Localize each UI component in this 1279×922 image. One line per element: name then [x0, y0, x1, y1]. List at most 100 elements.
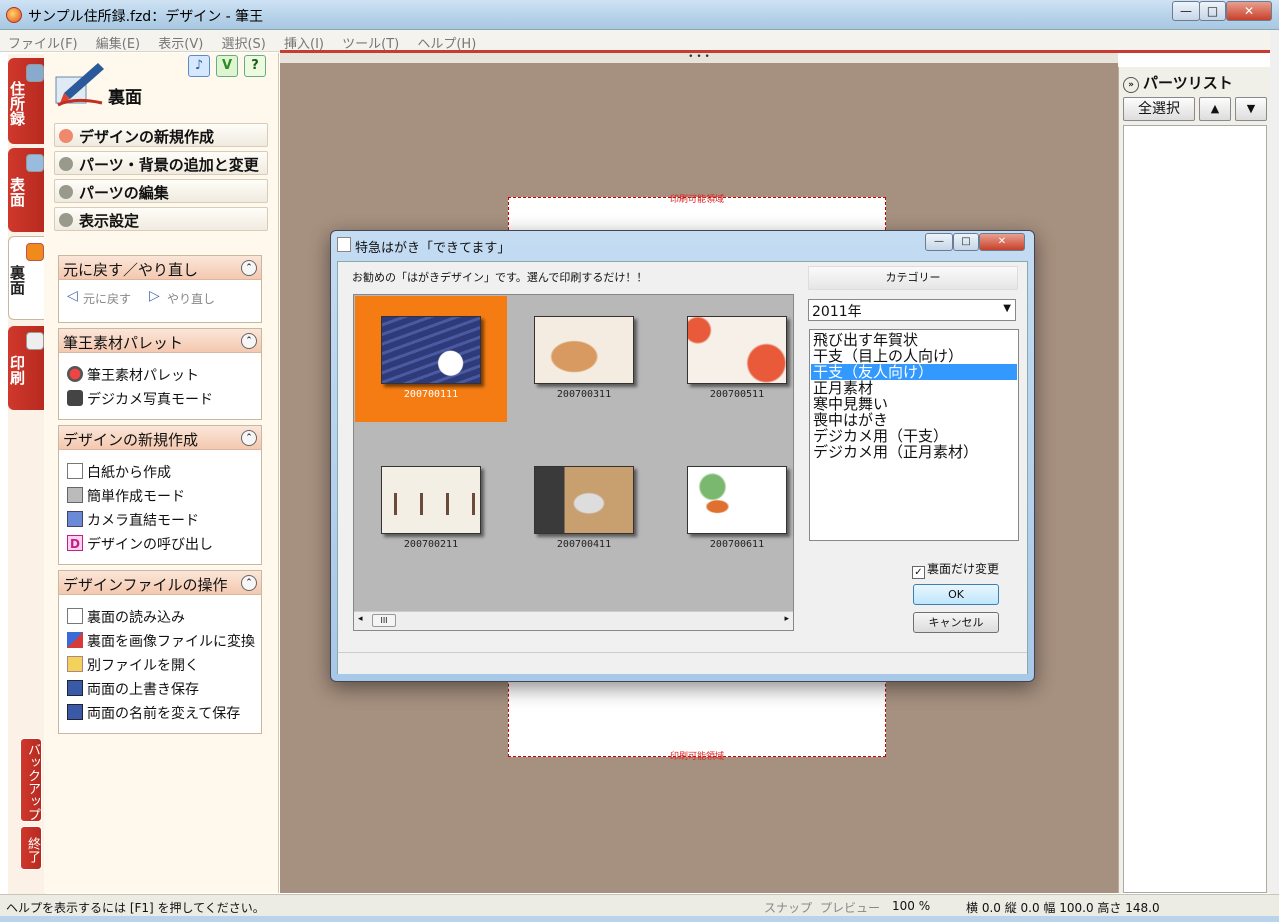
undo-button[interactable]: 元に戻す — [83, 292, 131, 306]
save-as-icon — [67, 704, 83, 720]
tab-print[interactable]: 印刷 — [8, 326, 44, 410]
palette-item-label: 筆王素材パレット — [87, 368, 199, 384]
move-up-button[interactable]: ▲ — [1199, 97, 1231, 121]
save-as-item[interactable]: 両面の名前を変えて保存 — [59, 699, 261, 723]
design-thumbnail[interactable]: 200700311 — [508, 296, 660, 422]
export-image-label: 裏面を画像ファイルに変換 — [87, 634, 255, 650]
thumbnail-scrollbar[interactable]: ◂ III ▸ — [354, 611, 793, 630]
file-ops-group-header[interactable]: デザインファイルの操作 ⌃ — [59, 571, 261, 595]
palette-item[interactable]: 筆王素材パレット — [59, 361, 261, 385]
menu-insert[interactable]: 挿入(I) — [276, 30, 330, 52]
ok-button[interactable]: OK — [913, 584, 999, 605]
load-back-label: 裏面の読み込み — [87, 610, 185, 626]
category-item[interactable]: 正月素材 — [811, 380, 1017, 396]
menu-tools[interactable]: ツール(T) — [334, 30, 405, 52]
dialog-close-button[interactable]: ✕ — [979, 233, 1025, 251]
blank-create-item[interactable]: 白紙から作成 — [59, 458, 261, 482]
panel-title: 裏面 — [108, 88, 142, 108]
move-down-button[interactable]: ▼ — [1235, 97, 1267, 121]
menu-edit[interactable]: 編集(E) — [88, 30, 146, 52]
category-item-selected[interactable]: 干支（友人向け） — [811, 364, 1017, 380]
parts-panel: » パーツリスト 全選択 ▲ ▼ — [1118, 67, 1270, 893]
snap-toggle[interactable]: スナップ — [764, 899, 812, 916]
close-button[interactable]: ✕ — [1226, 1, 1272, 21]
backup-button[interactable]: バックアップ — [20, 738, 42, 822]
exit-button[interactable]: 終了 — [20, 826, 42, 870]
preview-toggle[interactable]: プレビュー — [820, 899, 880, 916]
load-design-item[interactable]: D デザインの呼び出し — [59, 530, 261, 554]
palette-group-header[interactable]: 筆王素材パレット ⌃ — [59, 329, 261, 353]
dialog-minimize-button[interactable]: — — [925, 233, 953, 251]
load-back-item[interactable]: 裏面の読み込み — [59, 603, 261, 627]
design-thumbnail[interactable]: 200700611 — [661, 446, 813, 572]
parts-list[interactable] — [1123, 125, 1267, 893]
category-item[interactable]: 干支（目上の人向け） — [811, 348, 1017, 364]
sound-icon[interactable]: ♪ — [188, 55, 210, 77]
digicam-item[interactable]: デジカメ写真モード — [59, 385, 261, 409]
back-only-checkbox[interactable]: ✓ — [912, 566, 925, 579]
scroll-left-icon[interactable]: ◂ — [358, 614, 363, 624]
splitter-handle[interactable]: • • • — [280, 53, 1118, 63]
back-only-checkbox-row[interactable]: ✓ 裏面だけ変更 — [912, 560, 999, 579]
beginner-icon[interactable]: V — [216, 55, 238, 77]
maximize-button[interactable]: □ — [1199, 1, 1226, 21]
tab-address-book[interactable]: 住所録 — [8, 58, 44, 144]
category-list[interactable]: 飛び出す年賀状 干支（目上の人向け） 干支（友人向け） 正月素材 寒中見舞い 喪… — [809, 329, 1019, 541]
easy-mode-item[interactable]: 簡単作成モード — [59, 482, 261, 506]
category-item[interactable]: 飛び出す年賀状 — [811, 332, 1017, 348]
collapse-icon[interactable]: ⌃ — [241, 260, 257, 276]
category-item[interactable]: デジカメ用（正月素材） — [811, 444, 1017, 460]
nav-parts-background[interactable]: パーツ・背景の追加と変更 — [54, 151, 268, 175]
cancel-button[interactable]: キャンセル — [913, 612, 999, 633]
menu-select[interactable]: 選択(S) — [213, 30, 271, 52]
save-icon — [67, 680, 83, 696]
open-file-item[interactable]: 別ファイルを開く — [59, 651, 261, 675]
scroll-thumb[interactable]: III — [372, 614, 396, 627]
camera-direct-item[interactable]: カメラ直結モード — [59, 506, 261, 530]
category-item[interactable]: 寒中見舞い — [811, 396, 1017, 412]
app-icon[interactable] — [6, 7, 22, 23]
palette-group: 筆王素材パレット ⌃ 筆王素材パレット デジカメ写真モード — [58, 328, 262, 420]
design-thumbnail[interactable]: 200700411 — [508, 446, 660, 572]
nav-display-settings-label: 表示設定 — [79, 212, 140, 230]
design-thumbnail[interactable]: 200700111 — [355, 296, 507, 422]
menu-file[interactable]: ファイル(F) — [0, 30, 84, 52]
menu-view[interactable]: 表示(V) — [150, 30, 209, 52]
address-book-icon — [26, 64, 44, 82]
nav-display-settings[interactable]: 表示設定 — [54, 207, 268, 231]
redo-button[interactable]: やり直し — [167, 290, 215, 307]
category-item[interactable]: デジカメ用（干支） — [811, 428, 1017, 444]
category-item[interactable]: 喪中はがき — [811, 412, 1017, 428]
new-design-group-header[interactable]: デザインの新規作成 ⌃ — [59, 426, 261, 450]
category-label: カテゴリー — [808, 266, 1018, 290]
collapse-icon[interactable]: ⌃ — [241, 430, 257, 446]
overwrite-save-item[interactable]: 両面の上書き保存 — [59, 675, 261, 699]
status-help-text: ヘルプを表示するには [F1] を押してください。 — [6, 901, 265, 915]
back-side-logo-icon — [55, 63, 104, 107]
tab-front[interactable]: 表面 — [8, 148, 44, 232]
export-image-item[interactable]: 裏面を画像ファイルに変換 — [59, 627, 261, 651]
collapse-panel-icon[interactable]: » — [1123, 77, 1139, 93]
palette-group-title: 筆王素材パレット — [63, 334, 184, 352]
design-thumbnail[interactable]: 200700511 — [661, 296, 813, 422]
express-postcard-dialog: 特急はがき「できてます」 — □ ✕ お勧めの「はがきデザイン」です。選んで印刷… — [330, 230, 1035, 682]
year-select[interactable]: 2011年 ▼ — [808, 299, 1016, 321]
menu-help[interactable]: ヘルプ(H) — [409, 30, 482, 52]
collapse-icon[interactable]: ⌃ — [241, 333, 257, 349]
tab-print-label: 印刷 — [8, 355, 26, 385]
design-thumbnail[interactable]: 200700211 — [355, 446, 507, 572]
nav-new-design[interactable]: デザインの新規作成 — [54, 123, 268, 147]
tab-back[interactable]: 裏面 — [8, 236, 44, 320]
select-all-button[interactable]: 全選択 — [1123, 97, 1195, 121]
undo-group-header[interactable]: 元に戻す／やり直し ⌃ — [59, 256, 261, 280]
dialog-maximize-button[interactable]: □ — [953, 233, 979, 251]
collapse-icon[interactable]: ⌃ — [241, 575, 257, 591]
redo-arrow-icon: ▷ — [149, 288, 160, 304]
help-icon[interactable]: ? — [244, 55, 266, 77]
minimize-button[interactable]: — — [1172, 1, 1200, 21]
nav-edit-parts[interactable]: パーツの編集 — [54, 179, 268, 203]
tab-address-book-label: 住所録 — [8, 80, 26, 126]
year-select-value: 2011年 — [812, 304, 862, 320]
scroll-right-icon[interactable]: ▸ — [784, 614, 789, 624]
window-title: サンプル住所録.fzd：デザイン - 筆王 — [28, 9, 264, 25]
